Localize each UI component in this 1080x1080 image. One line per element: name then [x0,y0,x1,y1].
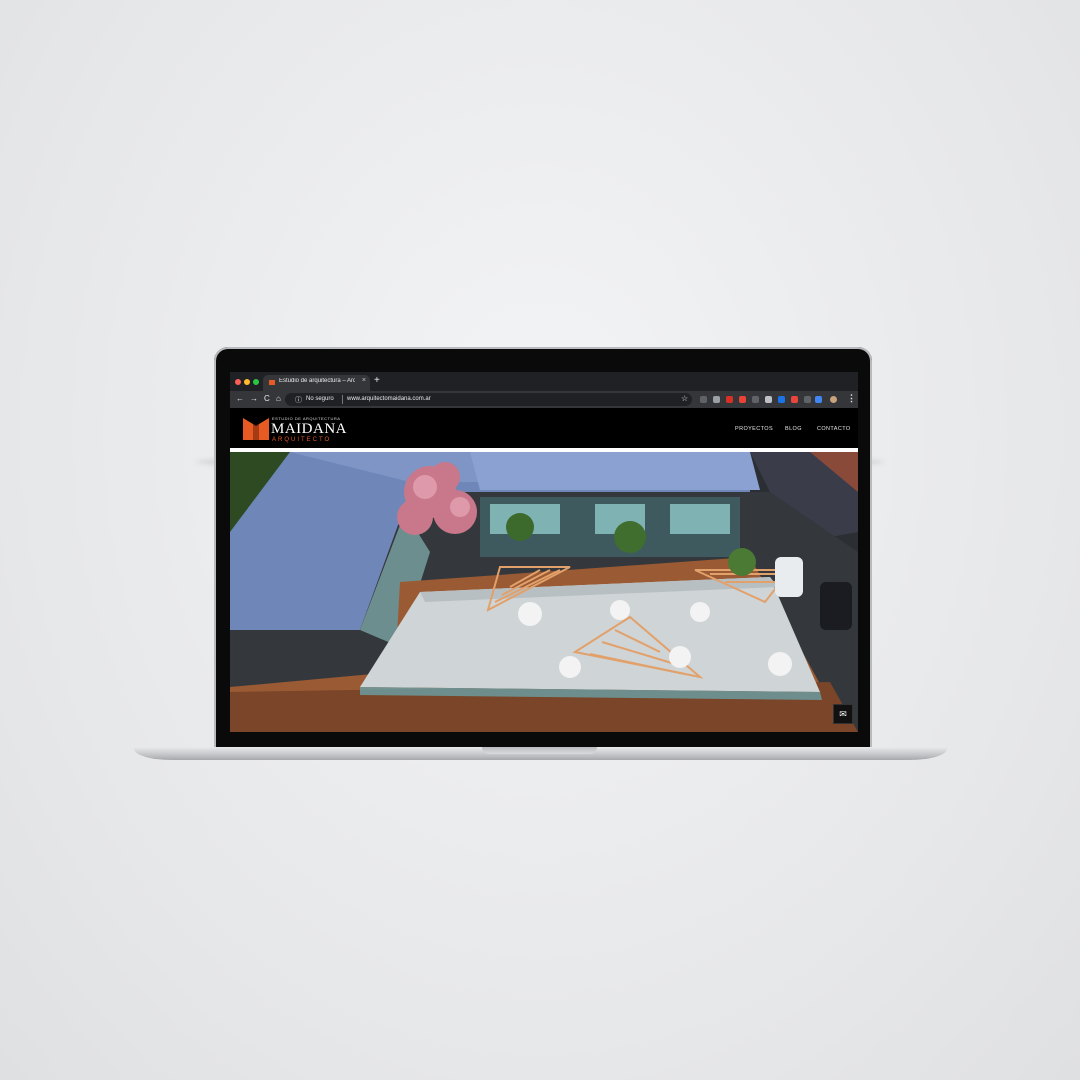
laptop-notch [482,747,597,754]
nav-blog[interactable]: BLOG [785,426,802,432]
tab-title: Estudio de arquitectura – Arqu [279,378,355,384]
extension-icon[interactable] [778,396,785,403]
new-tab-button[interactable]: + [374,375,380,387]
extension-icon[interactable] [713,396,720,403]
extension-icon[interactable] [739,396,746,403]
hero-render-image [230,452,858,732]
laptop-screen: Estudio de arquitectura – Arqu × + ← → C… [230,372,858,732]
browser-menu-button[interactable]: ⋮ [847,393,856,404]
window-minimize-dot[interactable] [244,379,250,385]
nav-contacto[interactable]: CONTACTO [817,426,851,432]
extension-icon[interactable] [700,396,707,403]
address-separator [342,395,343,404]
mail-icon[interactable]: ✉ [833,704,853,724]
security-label: No seguro [306,396,334,402]
url-text[interactable]: www.arquitectomaidana.com.ar [347,396,431,402]
maidana-logo-icon[interactable] [243,416,269,440]
home-button[interactable]: ⌂ [276,394,281,404]
nav-proyectos[interactable]: PROYECTOS [735,426,773,432]
extension-icon[interactable] [815,396,822,403]
info-icon[interactable]: ⓘ [295,395,302,405]
site-header: ESTUDIO DE ARQUITECTURA MAIDANA ARQUITEC… [230,408,858,448]
tab-favicon-icon [269,380,275,385]
address-bar[interactable]: ⓘ No seguro www.arquitectomaidana.com.ar… [285,393,692,406]
extension-icon[interactable] [791,396,798,403]
window-maximize-dot[interactable] [253,379,259,385]
bookmark-star-icon[interactable]: ☆ [681,394,688,403]
logo-name[interactable]: MAIDANA [271,421,347,438]
extension-icon[interactable] [752,396,759,403]
tab-close-icon[interactable]: × [362,377,366,384]
extension-icon[interactable] [765,396,772,403]
logo-subtitle: ARQUITECTO [272,437,332,443]
back-button[interactable]: ← [236,394,244,404]
browser-toolbar: ← → C ⌂ ⓘ No seguro www.arquitectomaidan… [230,391,858,408]
reload-button[interactable]: C [264,394,270,404]
window-close-dot[interactable] [235,379,241,385]
browser-tab-bar: Estudio de arquitectura – Arqu × + [230,372,858,391]
browser-tab[interactable]: Estudio de arquitectura – Arqu × [263,375,370,391]
extension-icon[interactable] [804,396,811,403]
profile-avatar[interactable] [830,396,837,403]
extension-icon[interactable] [726,396,733,403]
forward-button[interactable]: → [250,394,258,404]
